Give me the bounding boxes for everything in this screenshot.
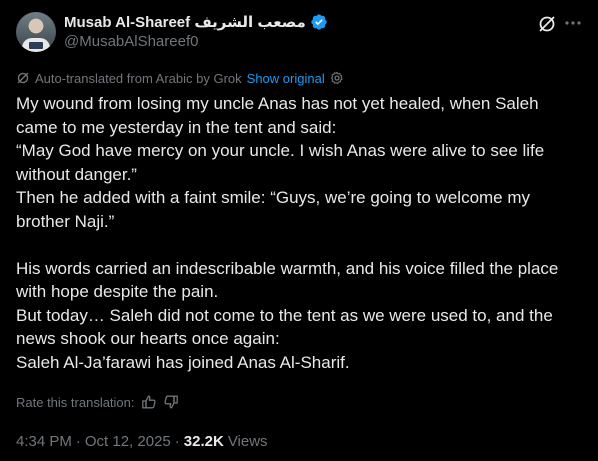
translation-notice: Auto-translated from Arabic by Grok Show…	[16, 69, 344, 87]
more-icon	[565, 21, 581, 25]
grok-icon	[17, 72, 29, 84]
post: Musab Al-Shareef مصعب الشريف @MusabAlSha…	[0, 0, 598, 461]
post-meta: 4:34 PM · Oct 12, 2025 · 32.2K Views	[16, 431, 268, 451]
more-button[interactable]	[563, 13, 583, 33]
avatar[interactable]	[16, 12, 56, 52]
rate-translation-row: Rate this translation:	[16, 393, 179, 411]
tweet-paragraph: Saleh Al-Ja’farawi has joined Anas Al-Sh…	[16, 352, 350, 372]
post-date[interactable]: Oct 12, 2025	[85, 433, 171, 450]
thumbs-up-icon[interactable]	[141, 394, 157, 410]
display-name[interactable]: Musab Al-Shareef مصعب الشريف	[64, 13, 306, 31]
views-count: 32.2K	[183, 432, 224, 450]
meta-separator: ·	[75, 432, 81, 450]
name-row: Musab Al-Shareef مصعب الشريف	[64, 12, 328, 32]
tweet-blank-line: ​	[16, 233, 584, 257]
show-original-link[interactable]: Show original	[247, 71, 325, 86]
meta-separator: ·	[174, 432, 180, 450]
grok-button[interactable]	[537, 14, 557, 34]
thumbs-down-icon[interactable]	[163, 394, 179, 410]
tweet-paragraph: “May God have mercy on your uncle. I wis…	[16, 141, 549, 184]
handle[interactable]: @MusabAlShareef0	[64, 33, 198, 50]
rate-translation-label: Rate this translation:	[16, 394, 135, 410]
tweet-paragraph: Then he added with a faint smile: “Guys,…	[16, 188, 535, 231]
tweet-paragraph: His words carried an indescribable warmt…	[16, 258, 564, 302]
views-label: Views	[227, 432, 268, 450]
post-time[interactable]: 4:34 PM	[16, 433, 72, 450]
avatar-vest-badge	[29, 42, 43, 49]
verified-badge-icon[interactable]	[310, 13, 328, 31]
gear-icon[interactable]	[330, 71, 344, 85]
tweet-paragraph: But today… Saleh did not come to the ten…	[16, 305, 558, 349]
tweet-text: My wound from losing my uncle Anas has n…	[16, 92, 584, 374]
grok-icon	[539, 16, 555, 32]
tweet-paragraph: My wound from losing my uncle Anas has n…	[16, 94, 544, 137]
translation-notice-text: Auto-translated from Arabic by Grok	[35, 70, 242, 86]
